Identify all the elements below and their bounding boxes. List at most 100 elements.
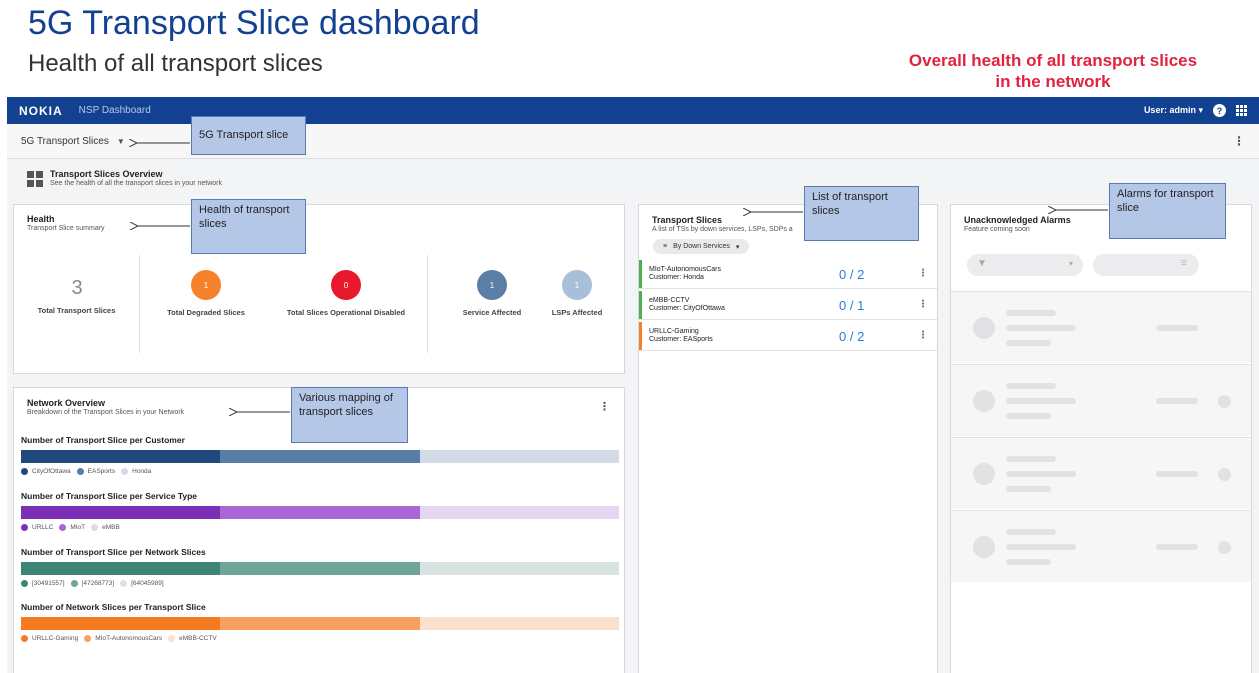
chevron-down-icon: ▾ [1068,259,1073,268]
health-card: Health Transport Slice summary 3 Total T… [13,204,625,374]
distribution-bar-group: Number of Transport Slice per Network Sl… [21,547,619,587]
legend-label: EASports [87,468,116,475]
chevron-down-icon[interactable]: ▼ [117,137,125,146]
sort-filter-dropdown[interactable]: ≡ By Down Services ▾ [653,239,750,254]
divider [427,255,428,353]
slice-customer: Customer: CityOfOttawa [649,305,725,312]
metric-label: LSPs Affected [551,308,603,317]
legend-item[interactable]: [64045989] [120,580,164,587]
sort-placeholder[interactable]: ≡ [1093,254,1199,276]
more-options-icon[interactable]: ⋮ [918,330,928,341]
slice-row[interactable]: eMBB-CCTV Customer: CityOfOttawa 0 / 1 ⋮ [639,291,937,320]
legend-item[interactable]: [30491557] [21,580,65,587]
app-grid-icon[interactable] [1236,105,1247,116]
legend-item[interactable]: EASports [76,468,116,475]
filter-placeholder[interactable]: ▼ ▾ [967,254,1083,276]
health-subtitle: Transport Slice summary [27,225,105,232]
legend-item[interactable]: Honda [121,468,151,475]
callout-health: Health of transport slices [191,199,306,254]
bar-legend: URLLC-Gaming MIoT-AutonomousCars eMBB-CCTV [21,635,619,642]
nokia-logo: NOKIA [19,103,63,118]
bar-segment[interactable] [419,506,619,519]
alarms-card: Unacknowledged Alarms Feature coming soo… [950,204,1252,673]
bar-legend: CityOfOttawa EASports Honda [21,468,619,475]
stacked-bar[interactable] [21,562,619,575]
legend-swatch [59,524,67,531]
dashboard-icon [27,171,43,187]
legend-item[interactable]: URLLC-Gaming [21,635,78,642]
bar-segment[interactable] [21,450,221,463]
health-title: Health [27,214,55,224]
legend-swatch [84,635,92,642]
alarms-title: Unacknowledged Alarms [964,215,1071,225]
slice-ratio: 0 / 1 [839,298,865,313]
metric-label: Total Degraded Slices [167,308,245,317]
help-icon[interactable]: ? [1213,104,1226,117]
legend-item[interactable]: CityOfOttawa [21,468,71,475]
overview-subtitle: See the health of all the transport slic… [50,180,222,187]
legend-swatch [91,524,99,531]
more-options-icon[interactable]: ⋮ [1233,134,1245,148]
bar-title: Number of Transport Slice per Service Ty… [21,491,198,501]
app-name[interactable]: NSP Dashboard [79,105,151,116]
chevron-down-icon: ▾ [1198,105,1203,115]
alarm-placeholder-row [951,437,1251,509]
more-options-icon[interactable]: ⋮ [918,299,928,310]
legend-item[interactable]: eMBB [91,524,120,531]
legend-label: eMBB-CCTV [179,635,217,642]
bar-title: Number of Network Slices per Transport S… [21,602,206,612]
legend-label: MIoT-AutonomousCars [95,635,163,642]
legend-item[interactable]: URLLC [21,524,53,531]
legend-item[interactable]: [47268773] [70,580,114,587]
stacked-bar[interactable] [21,506,619,519]
legend-swatch [120,580,128,587]
callout-list: List of transport slices [804,186,919,241]
slice-customer: Customer: Honda [649,274,704,281]
legend-swatch [121,468,129,475]
slice-row[interactable]: URLLC-Gaming Customer: EASports 0 / 2 ⋮ [639,322,937,351]
legend-label: [64045989] [131,580,164,587]
dashboard-selector[interactable]: 5G Transport Slices [21,136,109,147]
bar-segment[interactable] [21,562,221,575]
more-options-icon[interactable]: ⋮ [599,400,610,413]
app-window: NOKIA NSP Dashboard User: admin ▾ ? 5G T… [7,97,1259,673]
filter-label: By Down Services [673,243,730,250]
slide-subtitle: Health of all transport slices [28,50,323,77]
slice-name: eMBB-CCTV [649,297,690,304]
user-menu[interactable]: User: admin ▾ [1144,105,1203,116]
legend-item[interactable]: MIoT-AutonomousCars [84,635,162,642]
metric-degraded[interactable]: 1 Total Degraded Slices [146,270,266,317]
legend-swatch [70,580,78,587]
total-slices-label: Total Transport Slices [37,306,116,315]
legend-item[interactable]: MIoT [59,524,85,531]
bar-segment[interactable] [419,617,619,630]
divider [139,255,140,353]
legend-label: URLLC [32,524,54,531]
bar-segment[interactable] [21,506,221,519]
alarms-subtitle: Feature coming soon [964,226,1030,233]
stacked-bar[interactable] [21,450,619,463]
bar-segment[interactable] [220,617,420,630]
bar-legend: [30491557] [47268773] [64045989] [21,580,619,587]
stacked-bar[interactable] [21,617,619,630]
status-accent [639,260,642,288]
legend-label: URLLC-Gaming [32,635,79,642]
bar-segment[interactable] [21,617,221,630]
legend-swatch [21,524,28,531]
bar-segment[interactable] [220,562,420,575]
network-overview-title: Network Overview [27,398,106,408]
legend-swatch [168,635,176,642]
overview-title: Transport Slices Overview [50,169,163,179]
bar-segment[interactable] [419,562,619,575]
metric-lsps-affected[interactable]: 1 LSPs Affected [517,270,637,317]
bar-segment[interactable] [220,506,420,519]
slice-row[interactable]: MIoT-AutonomousCars Customer: Honda 0 / 2… [639,260,937,289]
metric-operational-disabled[interactable]: 0 Total Slices Operational Disabled [276,270,416,317]
bar-segment[interactable] [419,450,619,463]
callout-mapping: Various mapping of transport slices [291,387,408,443]
slice-name: MIoT-AutonomousCars [649,266,721,273]
bar-segment[interactable] [220,450,420,463]
legend-item[interactable]: eMBB-CCTV [168,635,217,642]
bar-legend: URLLC MIoT eMBB [21,524,619,531]
more-options-icon[interactable]: ⋮ [918,268,928,279]
